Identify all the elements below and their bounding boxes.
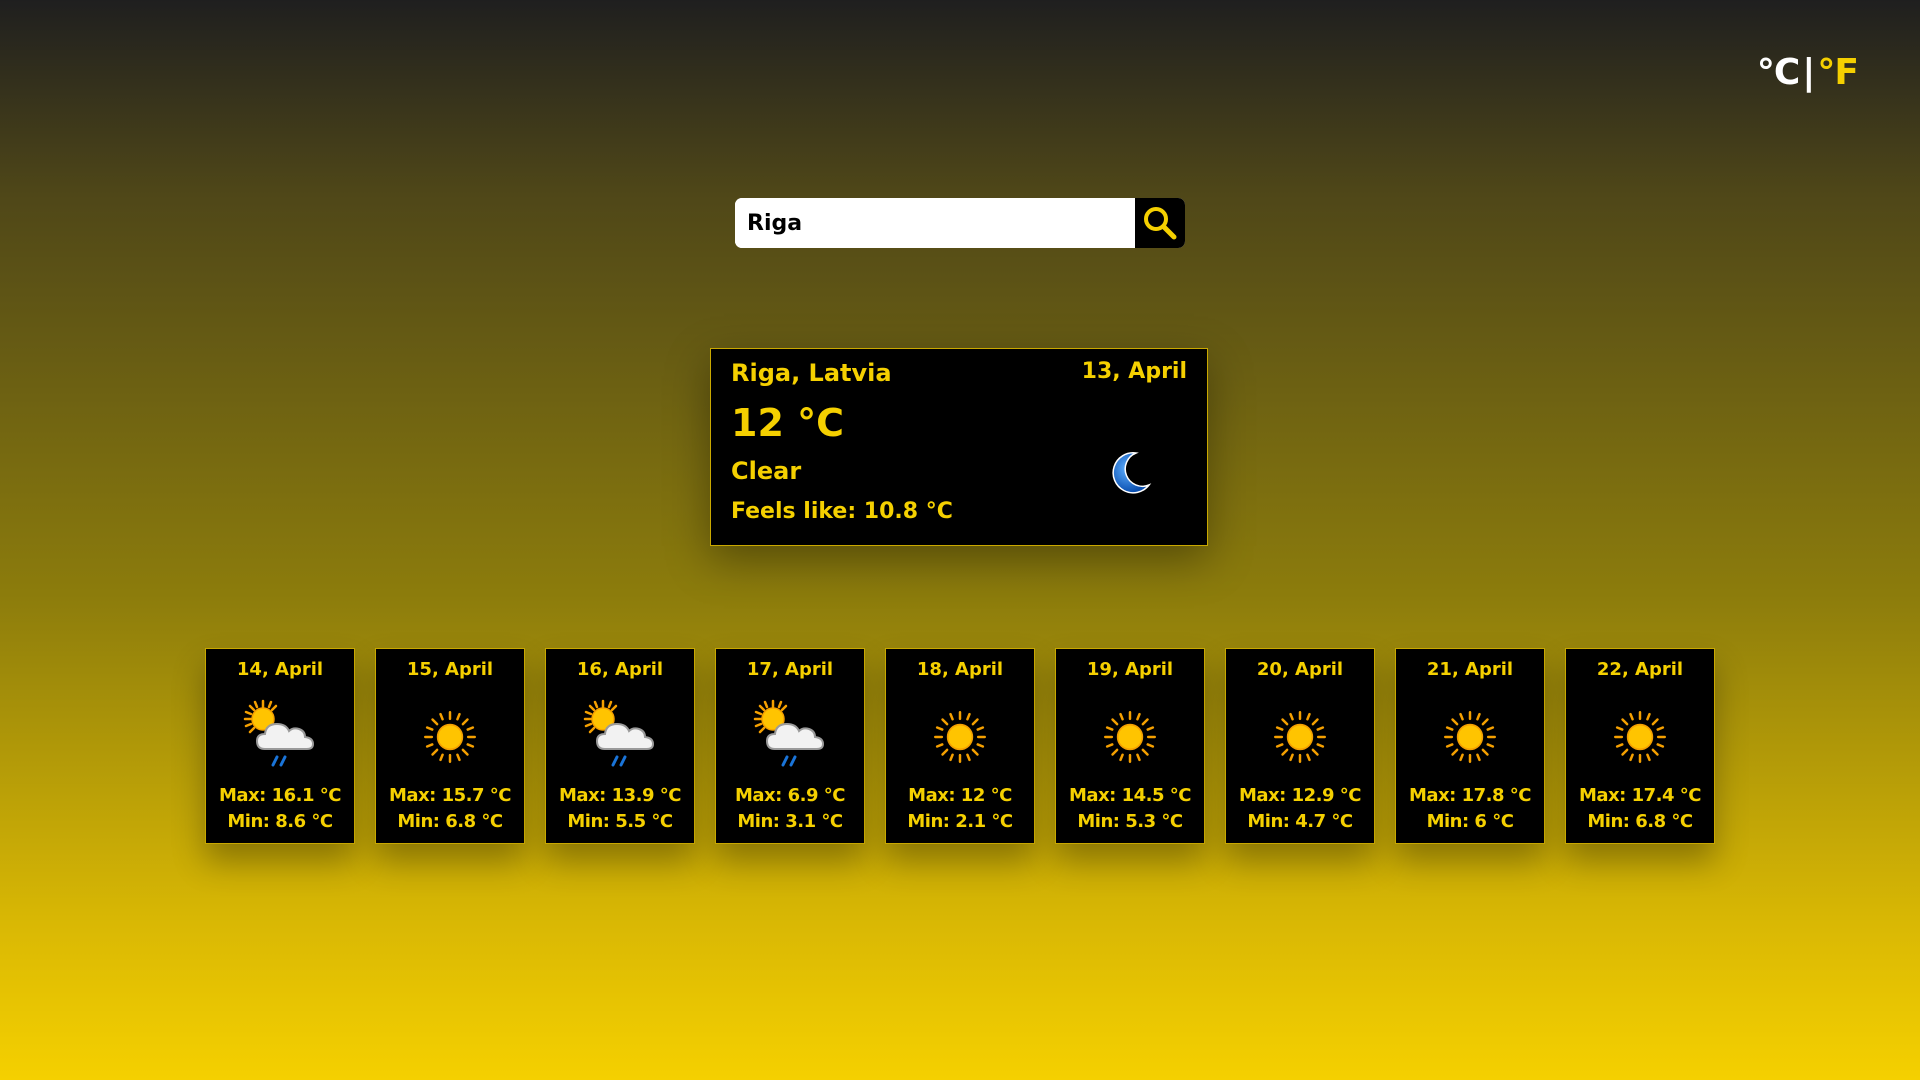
current-temperature: 12 °C	[731, 401, 844, 445]
forecast-max-temp: Max: 13.9 °C	[558, 785, 682, 806]
forecast-card: 19, April Max: 14.5 °C Min: 5.3 °C	[1055, 648, 1205, 844]
forecast-date: 18, April	[916, 659, 1004, 680]
sun-icon	[886, 697, 1034, 777]
forecast-min-temp: Min: 6.8 °C	[1587, 811, 1693, 832]
forecast-card: 20, April Max: 12.9 °C Min: 4.7 °C	[1225, 648, 1375, 844]
forecast-date: 14, April	[236, 659, 324, 680]
current-weather-card: Riga, Latvia 13, April 12 °C Clear Feels…	[710, 348, 1208, 546]
current-description: Clear	[731, 457, 802, 485]
search-input[interactable]	[735, 198, 1135, 248]
unit-toggle: °C | °F	[1757, 52, 1859, 93]
forecast-min-temp: Min: 4.7 °C	[1247, 811, 1353, 832]
forecast-min-temp: Min: 5.5 °C	[567, 811, 673, 832]
search-icon	[1144, 207, 1177, 240]
current-feels-like: Feels like: 10.8 °C	[731, 499, 953, 524]
forecast-card: 15, April Max: 15.7 °C Min: 6.8 °C	[375, 648, 525, 844]
search-bar	[735, 198, 1185, 248]
forecast-card: 18, April Max: 12 °C Min: 2.1 °C	[885, 648, 1035, 844]
sun-cloud-rain-icon	[546, 697, 694, 777]
forecast-date: 22, April	[1596, 659, 1684, 680]
forecast-max-temp: Max: 15.7 °C	[388, 785, 512, 806]
forecast-date: 17, April	[746, 659, 834, 680]
forecast-min-temp: Min: 6 °C	[1426, 811, 1514, 832]
sun-icon	[376, 697, 524, 777]
forecast-card: 16, April Max: 13.9 °C Min: 5.5 °C	[545, 648, 695, 844]
current-location: Riga, Latvia	[731, 359, 892, 387]
sun-icon	[1056, 697, 1204, 777]
current-date: 13, April	[1081, 359, 1187, 384]
forecast-max-temp: Max: 16.1 °C	[218, 785, 342, 806]
sun-icon	[1226, 697, 1374, 777]
forecast-max-temp: Max: 6.9 °C	[735, 785, 846, 806]
forecast-card: 22, April Max: 17.4 °C Min: 6.8 °C	[1565, 648, 1715, 844]
forecast-max-temp: Max: 14.5 °C	[1068, 785, 1192, 806]
celsius-toggle[interactable]: °C	[1757, 52, 1800, 93]
forecast-date: 20, April	[1256, 659, 1344, 680]
forecast-card: 14, April Max: 16.1 °C Min: 8.6 °C	[205, 648, 355, 844]
forecast-date: 21, April	[1426, 659, 1514, 680]
sun-cloud-rain-icon	[206, 697, 354, 777]
forecast-card: 21, April Max: 17.8 °C Min: 6 °C	[1395, 648, 1545, 844]
forecast-min-temp: Min: 6.8 °C	[397, 811, 503, 832]
sun-icon	[1566, 697, 1714, 777]
forecast-max-temp: Max: 17.8 °C	[1408, 785, 1532, 806]
forecast-min-temp: Min: 3.1 °C	[737, 811, 843, 832]
forecast-date: 15, April	[406, 659, 494, 680]
search-button[interactable]	[1135, 198, 1185, 248]
forecast-date: 19, April	[1086, 659, 1174, 680]
forecast-max-temp: Max: 12.9 °C	[1238, 785, 1362, 806]
unit-separator: |	[1802, 52, 1815, 93]
forecast-min-temp: Min: 8.6 °C	[227, 811, 333, 832]
forecast-max-temp: Max: 12 °C	[908, 785, 1012, 806]
forecast-row: 14, April Max: 16.1 °C Min: 8.6 °C 15, Apr…	[205, 648, 1715, 844]
sun-cloud-rain-icon	[716, 697, 864, 777]
forecast-max-temp: Max: 17.4 °C	[1578, 785, 1702, 806]
moon-icon	[1112, 452, 1152, 494]
forecast-date: 16, April	[576, 659, 664, 680]
fahrenheit-toggle[interactable]: °F	[1817, 52, 1859, 93]
forecast-card: 17, April Max: 6.9 °C Min: 3.1 °C	[715, 648, 865, 844]
sun-icon	[1396, 697, 1544, 777]
forecast-min-temp: Min: 2.1 °C	[907, 811, 1013, 832]
forecast-min-temp: Min: 5.3 °C	[1077, 811, 1183, 832]
